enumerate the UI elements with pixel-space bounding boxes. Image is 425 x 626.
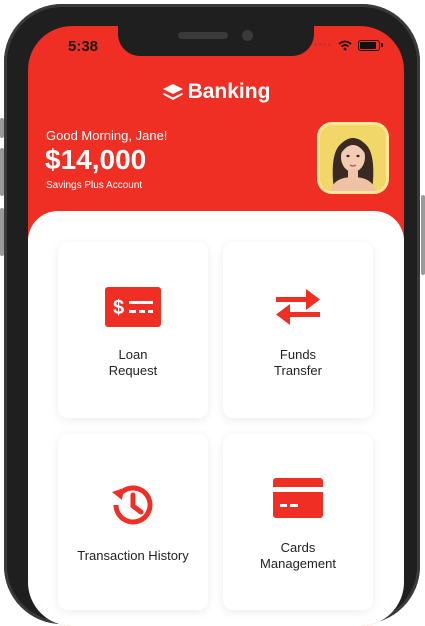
speaker-grille — [178, 32, 228, 39]
status-time: 5:38 — [68, 38, 99, 55]
history-icon — [112, 485, 153, 525]
tile-label-line1: Funds — [279, 347, 317, 362]
tile-label-line1: Transaction History — [77, 548, 189, 563]
avatar-portrait — [320, 125, 386, 191]
services-panel: $ Loan Request Funds Transfer Transactio… — [28, 211, 404, 626]
tile-transaction-history[interactable]: Transaction History — [58, 434, 208, 610]
svg-text:$: $ — [113, 297, 124, 319]
battery-icon — [358, 40, 383, 51]
layers-icon — [162, 84, 183, 100]
tile-cards-management[interactable]: Cards Management — [223, 434, 373, 610]
status-icons: •••• — [313, 40, 383, 51]
avatar[interactable] — [320, 125, 386, 191]
tile-label-line1: Cards — [280, 540, 316, 555]
signal-icon: •••• — [313, 40, 332, 51]
front-camera — [242, 30, 253, 41]
tile-funds-transfer[interactable]: Funds Transfer — [223, 242, 373, 418]
wifi-icon — [338, 40, 352, 51]
account-balance: $14,000 — [45, 144, 147, 175]
power-button — [421, 195, 425, 275]
phone-frame: 5:38 •••• Banking Good Morning, Jane! $1… — [4, 4, 420, 626]
screen: 5:38 •••• Banking Good Morning, Jane! $1… — [28, 26, 404, 626]
tile-label-line2: Transfer — [274, 363, 322, 378]
tile-label-line1: Loan — [118, 347, 148, 362]
transfer-icon — [276, 289, 320, 325]
account-name: Savings Plus Account — [46, 180, 143, 191]
loan-icon: $ — [105, 287, 161, 327]
brand-logo: Banking — [28, 80, 404, 104]
tile-label-line2: Request — [108, 363, 158, 378]
tile-label-line2: Management — [260, 556, 336, 571]
card-icon — [273, 478, 323, 518]
greeting-text: Good Morning, Jane! — [46, 128, 168, 143]
phone-notch — [118, 26, 314, 56]
tile-loan-request[interactable]: $ Loan Request — [58, 242, 208, 418]
brand-name: Banking — [187, 80, 271, 103]
